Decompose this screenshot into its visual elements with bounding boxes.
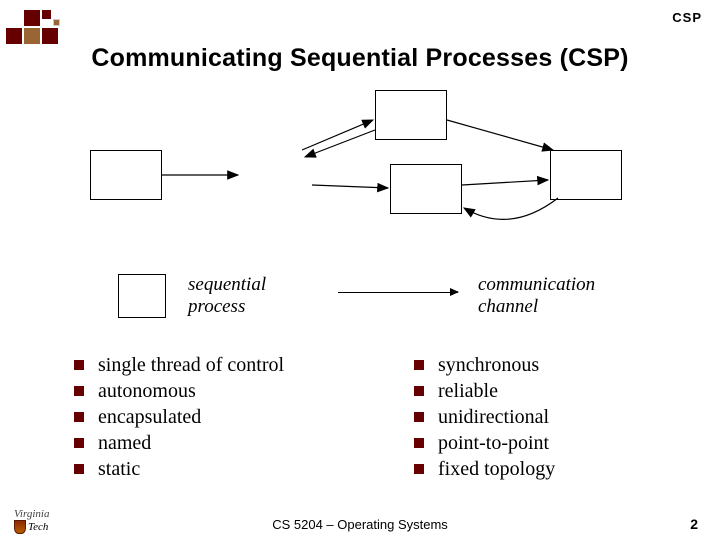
sequential-process-properties: single thread of control autonomous enca… (74, 352, 324, 482)
diagram-legend: sequential process communication channel (118, 270, 638, 345)
list-item: reliable (414, 378, 664, 404)
legend-process-label: sequential process (188, 274, 266, 318)
list-item: autonomous (74, 378, 324, 404)
list-item: single thread of control (74, 352, 324, 378)
header-corner-label: CSP (672, 10, 702, 25)
page-number: 2 (690, 516, 698, 532)
legend-channel-arrow (338, 292, 458, 293)
list-item: unidirectional (414, 404, 664, 430)
legend-process-box (118, 274, 166, 318)
list-item: fixed topology (414, 456, 664, 482)
communication-channel-properties: synchronous reliable unidirectional poin… (414, 352, 664, 482)
footer-course: CS 5204 – Operating Systems (0, 517, 720, 532)
list-item: synchronous (414, 352, 664, 378)
slide-title: Communicating Sequential Processes (CSP) (0, 44, 720, 73)
list-item: static (74, 456, 324, 482)
properties-lists: single thread of control autonomous enca… (74, 352, 664, 482)
list-item: named (74, 430, 324, 456)
list-item: encapsulated (74, 404, 324, 430)
corner-logo (6, 6, 66, 44)
process-diagram (90, 90, 630, 255)
list-item: point-to-point (414, 430, 664, 456)
diagram-arrows (90, 90, 630, 255)
legend-channel-label: communication channel (478, 274, 595, 318)
